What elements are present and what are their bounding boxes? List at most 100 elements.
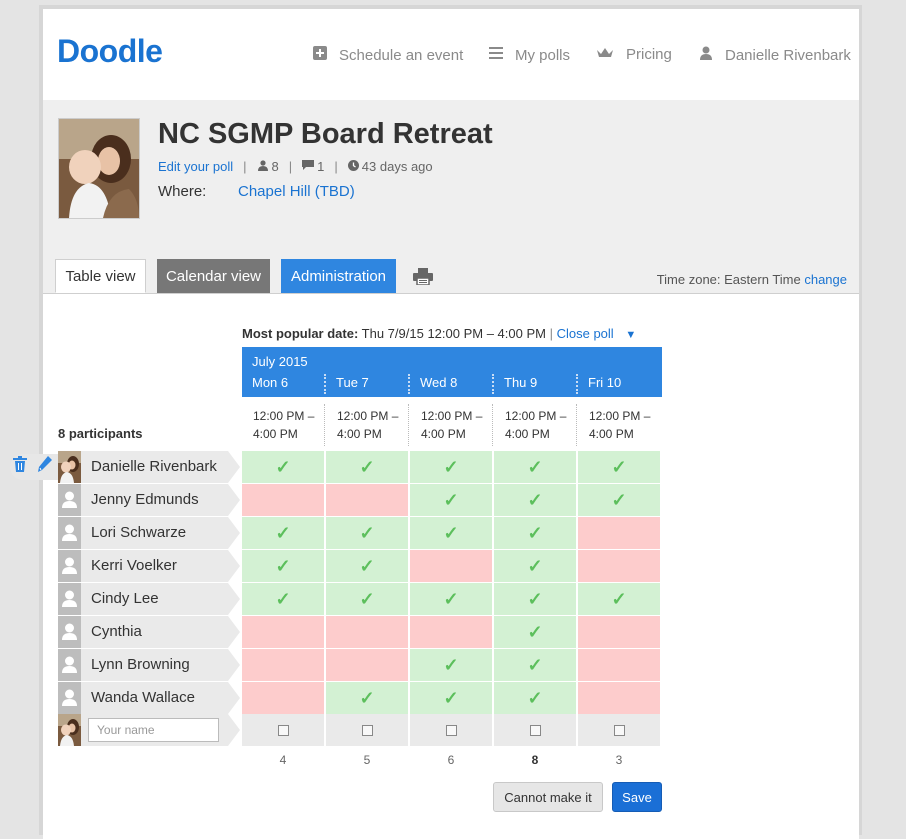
day-header: Mon 6 xyxy=(252,375,289,390)
tab-table-view[interactable]: Table view xyxy=(55,259,146,293)
print-icon[interactable] xyxy=(413,268,433,290)
time-slot-end: 4:00 PM xyxy=(337,427,382,441)
availability-yes-cell: ✓ xyxy=(494,484,576,516)
nav-schedule-event[interactable]: Schedule an event xyxy=(313,46,463,64)
availability-yes-cell: ✓ xyxy=(494,451,576,483)
day-separator xyxy=(492,374,494,394)
cannot-make-it-button[interactable]: Cannot make it xyxy=(493,782,603,812)
nav-user[interactable]: Danielle Rivenbark xyxy=(699,46,851,64)
trash-icon[interactable] xyxy=(13,456,27,477)
availability-yes-cell: ✓ xyxy=(494,649,576,681)
meta-separator: | xyxy=(334,159,338,174)
availability-yes-cell: ✓ xyxy=(578,451,660,483)
check-icon: ✓ xyxy=(275,456,291,477)
where-link[interactable]: Chapel Hill (TBD) xyxy=(238,183,355,200)
time-separator xyxy=(324,404,325,446)
availability-no-cell xyxy=(578,649,660,681)
participant-count: 8 xyxy=(271,159,279,174)
row-arrow xyxy=(228,550,240,582)
poll-owner-avatar xyxy=(58,118,140,219)
meta-separator: | xyxy=(288,159,293,174)
day-separator xyxy=(324,374,326,394)
user-placeholder-icon xyxy=(58,682,81,714)
row-arrow xyxy=(228,451,240,483)
participant-name: Danielle Rivenbark xyxy=(91,458,217,475)
availability-yes-cell: ✓ xyxy=(326,550,408,582)
participant-name: Jenny Edmunds xyxy=(91,491,199,508)
most-popular: Most popular date: Thu 7/9/15 12:00 PM –… xyxy=(242,326,636,341)
timezone-change-link[interactable]: change xyxy=(804,272,847,287)
check-icon: ✓ xyxy=(527,654,543,675)
tab-calendar-view[interactable]: Calendar view xyxy=(157,259,270,293)
availability-no-cell xyxy=(578,616,660,648)
participant-name: Cindy Lee xyxy=(91,590,159,607)
availability-yes-cell: ✓ xyxy=(410,682,492,714)
tab-administration[interactable]: Administration xyxy=(281,259,396,293)
day-separator xyxy=(576,374,578,394)
day-header: Fri 10 xyxy=(588,375,622,390)
check-icon: ✓ xyxy=(359,588,375,609)
availability-yes-cell: ✓ xyxy=(494,583,576,615)
most-popular-value: Thu 7/9/15 12:00 PM – 4:00 PM xyxy=(361,326,546,341)
availability-yes-cell: ✓ xyxy=(494,517,576,549)
check-icon: ✓ xyxy=(443,654,459,675)
pencil-icon[interactable] xyxy=(38,456,52,477)
row-arrow xyxy=(228,682,240,714)
availability-no-cell xyxy=(326,649,408,681)
availability-checkbox-cell xyxy=(494,714,576,746)
availability-no-cell xyxy=(242,616,324,648)
user-placeholder-icon xyxy=(58,616,81,648)
save-button[interactable]: Save xyxy=(612,782,662,812)
time-slot: 12:00 PM – 4:00 PM xyxy=(578,397,660,450)
time-slot: 12:00 PM – 4:00 PM xyxy=(494,397,576,450)
user-placeholder-icon xyxy=(58,517,81,549)
availability-checkbox[interactable] xyxy=(529,724,541,736)
row-arrow xyxy=(228,616,240,648)
availability-no-cell xyxy=(326,484,408,516)
availability-checkbox[interactable] xyxy=(361,724,373,736)
availability-checkbox[interactable] xyxy=(445,724,457,736)
close-poll-link[interactable]: Close poll xyxy=(557,326,614,341)
timezone: Time zone: Eastern Time change xyxy=(657,272,847,287)
comment-icon xyxy=(302,159,315,174)
participants-count-label: 8 participants xyxy=(58,426,143,441)
your-name-input[interactable] xyxy=(88,718,219,742)
participant-row: Danielle Rivenbark xyxy=(58,451,240,483)
availability-checkbox[interactable] xyxy=(277,724,289,736)
participant-row: Cindy Lee xyxy=(58,583,240,615)
availability-checkbox-cell xyxy=(242,714,324,746)
nav-schedule-event-label: Schedule an event xyxy=(339,46,464,64)
column-total: 4 xyxy=(279,753,287,767)
participant-row: Lori Schwarze xyxy=(58,517,240,549)
participant-row: Lynn Browning xyxy=(58,649,240,681)
time-separator xyxy=(576,404,577,446)
availability-yes-cell: ✓ xyxy=(578,583,660,615)
check-icon: ✓ xyxy=(443,522,459,543)
check-icon: ✓ xyxy=(275,522,291,543)
column-total: 5 xyxy=(363,753,371,767)
time-slot-start: 12:00 PM – xyxy=(589,409,651,423)
nav-my-polls[interactable]: My polls xyxy=(489,46,570,64)
availability-yes-cell: ✓ xyxy=(326,451,408,483)
nav-pricing[interactable]: Pricing xyxy=(596,46,672,63)
availability-no-cell xyxy=(410,616,492,648)
availability-yes-cell: ✓ xyxy=(410,649,492,681)
doodle-logo[interactable]: Doodle xyxy=(57,33,163,70)
participant-name: Cynthia xyxy=(91,623,142,640)
availability-checkbox[interactable] xyxy=(613,724,625,736)
availability-checkbox-cell xyxy=(410,714,492,746)
edit-poll-link[interactable]: Edit your poll xyxy=(158,159,233,174)
participant-name: Lynn Browning xyxy=(91,656,190,673)
time-slot-end: 4:00 PM xyxy=(253,427,298,441)
crown-icon xyxy=(596,46,614,63)
month-label: July 2015 xyxy=(252,354,308,369)
poll-meta: Edit your poll | 8 | 1 | 43 days ago xyxy=(158,159,433,174)
avatar xyxy=(58,714,81,746)
clock-icon xyxy=(347,159,359,174)
check-icon: ✓ xyxy=(443,687,459,708)
check-icon: ✓ xyxy=(527,522,543,543)
most-popular-label: Most popular date: xyxy=(242,326,359,341)
chevron-down-icon[interactable]: ▼ xyxy=(625,329,636,341)
time-slot: 12:00 PM – 4:00 PM xyxy=(242,397,324,450)
participant-row: Wanda Wallace xyxy=(58,682,240,714)
